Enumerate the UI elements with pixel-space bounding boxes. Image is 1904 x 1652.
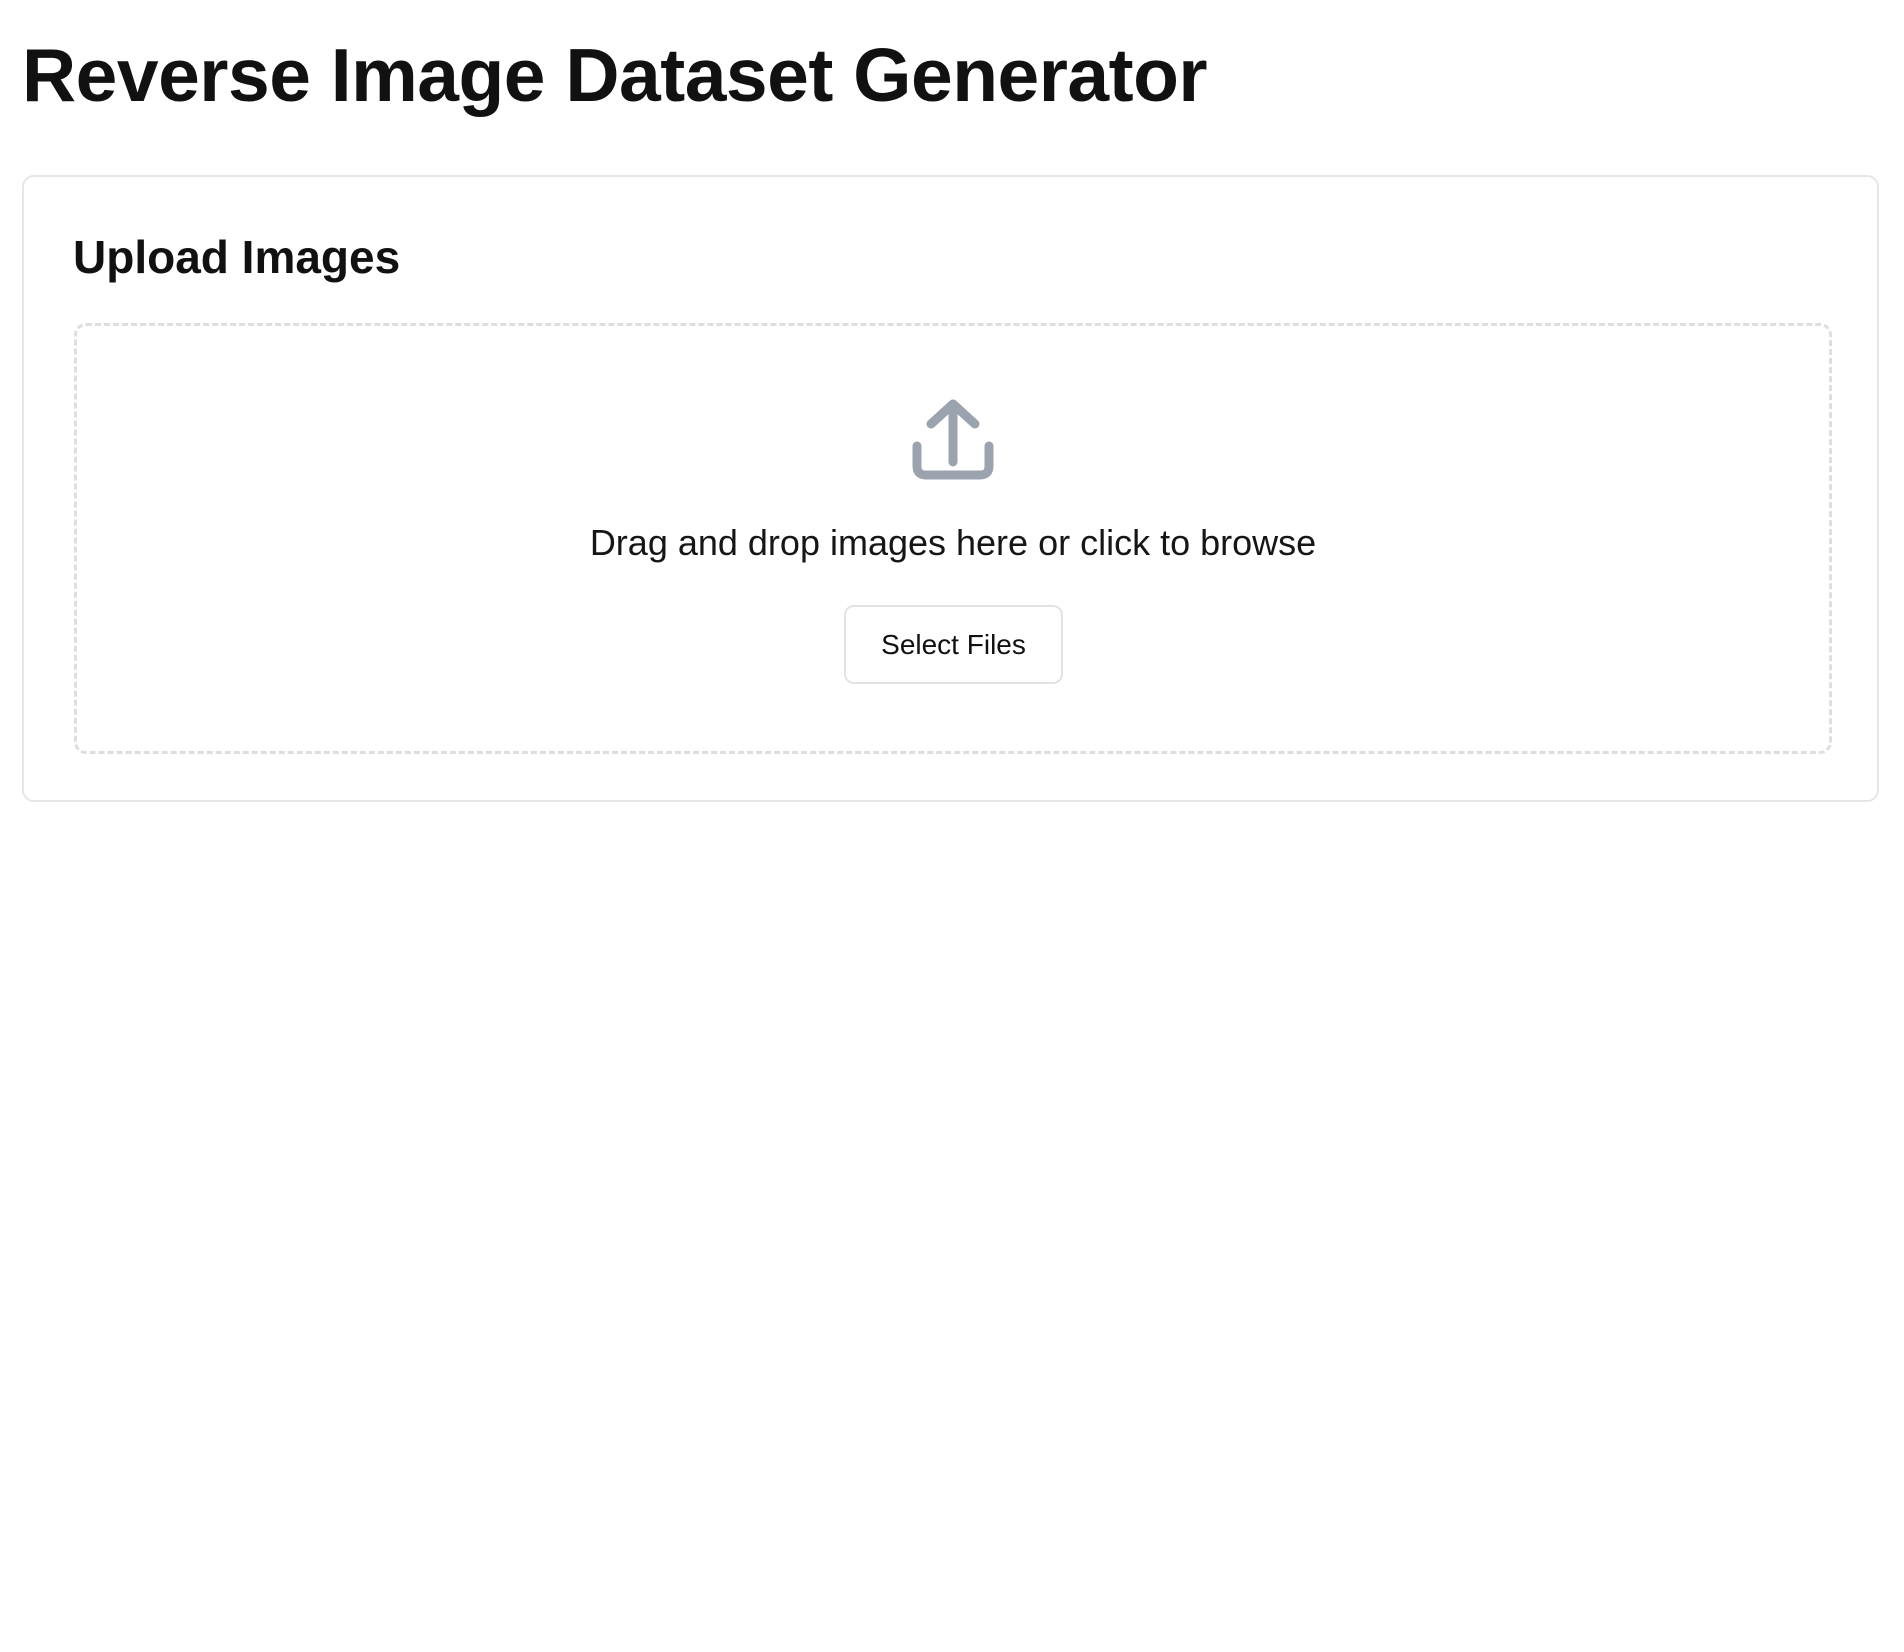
upload-icon: [911, 396, 995, 480]
page-title: Reverse Image Dataset Generator: [22, 33, 1208, 117]
select-files-button[interactable]: Select Files: [844, 605, 1063, 684]
dropzone-instructions: Drag and drop images here or click to br…: [589, 522, 1317, 563]
upload-dropzone[interactable]: Drag and drop images here or click to br…: [74, 323, 1832, 754]
upload-card-title: Upload Images: [73, 231, 401, 283]
page: Reverse Image Dataset Generator Upload I…: [0, 0, 1904, 1652]
upload-card: Upload Images Drag and drop images here …: [22, 175, 1879, 802]
